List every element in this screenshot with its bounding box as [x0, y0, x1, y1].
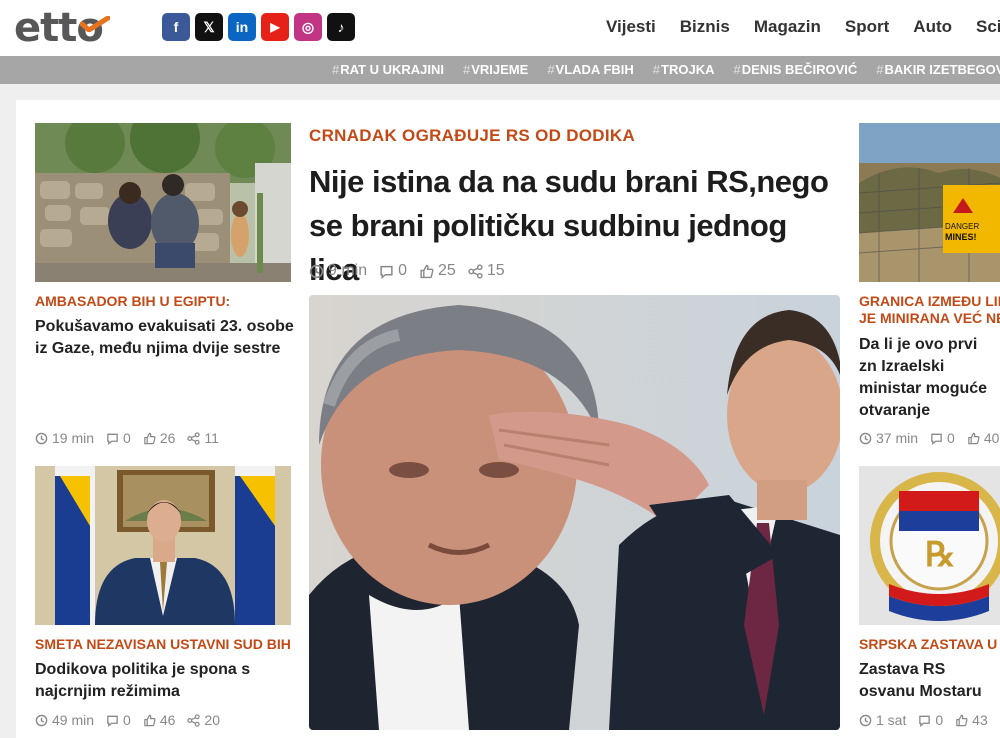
- nav-sport[interactable]: Sport: [845, 17, 889, 37]
- tag-link[interactable]: #BAKIR IZETBEGOVIĆ: [876, 62, 1000, 77]
- article-title[interactable]: Da li je ovo prvi zn Izraelski ministar …: [859, 334, 998, 422]
- comment-icon: [931, 433, 942, 445]
- like-icon: [420, 264, 434, 278]
- comment-icon: [380, 265, 393, 279]
- read-time: 19 min: [52, 430, 95, 446]
- like-icon: [144, 432, 156, 444]
- linkedin-icon[interactable]: in: [228, 13, 256, 41]
- comment-count: 0: [947, 430, 955, 446]
- article-title[interactable]: Dodikova politika je spona s najcrnjim r…: [35, 659, 295, 703]
- read-time: 9 min: [328, 262, 368, 279]
- article-title[interactable]: Zastava RS osvanu Mostaru: [859, 659, 998, 703]
- like-count: 26: [159, 430, 176, 446]
- article-kicker[interactable]: SRPSKA ZASTAVA U M: [859, 636, 1000, 652]
- article-kicker[interactable]: GRANICA IZMEĐU LIB: [859, 293, 1000, 309]
- share-icon: [187, 713, 201, 727]
- comment-icon: [107, 433, 118, 445]
- article-kicker[interactable]: JE MINIRANA VEĆ NE: [859, 310, 1000, 326]
- social-links: f 𝕏 in ▶ ◎ ♪: [162, 13, 355, 41]
- like-icon: [968, 432, 980, 444]
- main-nav: Vijesti Biznis Magazin Sport Auto Sci: [606, 17, 1000, 37]
- nav-sci[interactable]: Sci: [976, 17, 1000, 37]
- tag-link[interactable]: #TROJKA: [653, 62, 715, 77]
- facebook-icon[interactable]: f: [162, 13, 190, 41]
- comment-count: 0: [398, 262, 408, 279]
- nav-biznis[interactable]: Biznis: [680, 17, 730, 37]
- read-time: 49 min: [52, 712, 95, 728]
- share-count: 20: [204, 712, 220, 728]
- article-meta: 49 min 0 46 20: [35, 712, 220, 728]
- clock-icon: [309, 264, 324, 278]
- tag-link[interactable]: #VLADA FBIH: [547, 62, 633, 77]
- read-time: 1 sat: [876, 712, 907, 728]
- clock-icon: [859, 432, 872, 444]
- read-time: 37 min: [876, 430, 919, 446]
- instagram-icon[interactable]: ◎: [294, 13, 322, 41]
- article-thumbnail[interactable]: DANGER MINES!: [859, 123, 1000, 282]
- clock-icon: [35, 432, 48, 444]
- main-article-kicker[interactable]: CRNADAK OGRAĐUJE RS OD DODIKA: [309, 126, 635, 146]
- tiktok-icon[interactable]: ♪: [327, 13, 355, 41]
- nav-magazin[interactable]: Magazin: [754, 17, 821, 37]
- nav-auto[interactable]: Auto: [913, 17, 952, 37]
- youtube-icon[interactable]: ▶: [261, 13, 289, 41]
- comment-count: 0: [123, 712, 131, 728]
- article-title[interactable]: Pokušavamo evakuisati 23. osobe iz Gaze,…: [35, 316, 295, 360]
- site-header: etto f 𝕏 in ▶ ◎ ♪ Vijesti Biznis Magazin…: [0, 0, 1000, 56]
- danger-sign-top: DANGER: [945, 222, 979, 231]
- trending-tags-bar: #RAT U UKRAJINI #VRIJEME #VLADA FBIH #TR…: [0, 56, 1000, 84]
- comment-icon: [919, 715, 931, 727]
- tag-link[interactable]: #RAT U UKRAJINI: [332, 62, 444, 77]
- like-count: 25: [438, 262, 456, 279]
- share-count: 15: [486, 262, 505, 279]
- clock-icon: [35, 714, 48, 726]
- like-icon: [956, 714, 968, 726]
- article-thumbnail[interactable]: [35, 466, 291, 625]
- like-count: 40: [983, 430, 1000, 446]
- comment-count: 0: [935, 712, 944, 728]
- like-count: 43: [972, 712, 988, 728]
- logo-o: o: [76, 6, 111, 50]
- article-kicker[interactable]: AMBASADOR BIH U EGIPTU:: [35, 293, 291, 309]
- article-thumbnail[interactable]: [35, 123, 291, 282]
- like-count: 46: [159, 712, 176, 728]
- tag-link[interactable]: #VRIJEME: [463, 62, 528, 77]
- clock-icon: [859, 714, 872, 726]
- article-meta: 19 min 0 26 11: [35, 430, 219, 446]
- main-article-image[interactable]: [309, 295, 840, 730]
- logo-text: ett: [14, 5, 77, 51]
- seal-monogram: ℞: [925, 535, 955, 575]
- article-kicker[interactable]: SMETA NEZAVISAN USTAVNI SUD BIH: [35, 636, 291, 652]
- logo-check-icon: [80, 16, 111, 32]
- article-meta: 1 sat 0 43: [859, 712, 988, 728]
- share-count: 11: [204, 430, 219, 446]
- site-logo[interactable]: etto: [14, 5, 111, 51]
- nav-vijesti[interactable]: Vijesti: [606, 17, 656, 37]
- like-icon: [144, 714, 156, 726]
- comment-icon: [107, 715, 118, 727]
- x-icon[interactable]: 𝕏: [195, 13, 223, 41]
- article-meta: 37 min 0 40: [859, 430, 999, 446]
- article-thumbnail[interactable]: ℞: [859, 466, 1000, 625]
- share-icon: [187, 431, 201, 445]
- tag-link[interactable]: #DENIS BEČIROVIĆ: [733, 62, 857, 77]
- share-icon: [468, 263, 483, 279]
- main-article-meta: 9 min 0 25 15: [309, 262, 505, 280]
- comment-count: 0: [123, 430, 131, 446]
- danger-sign-bottom: MINES!: [945, 232, 977, 242]
